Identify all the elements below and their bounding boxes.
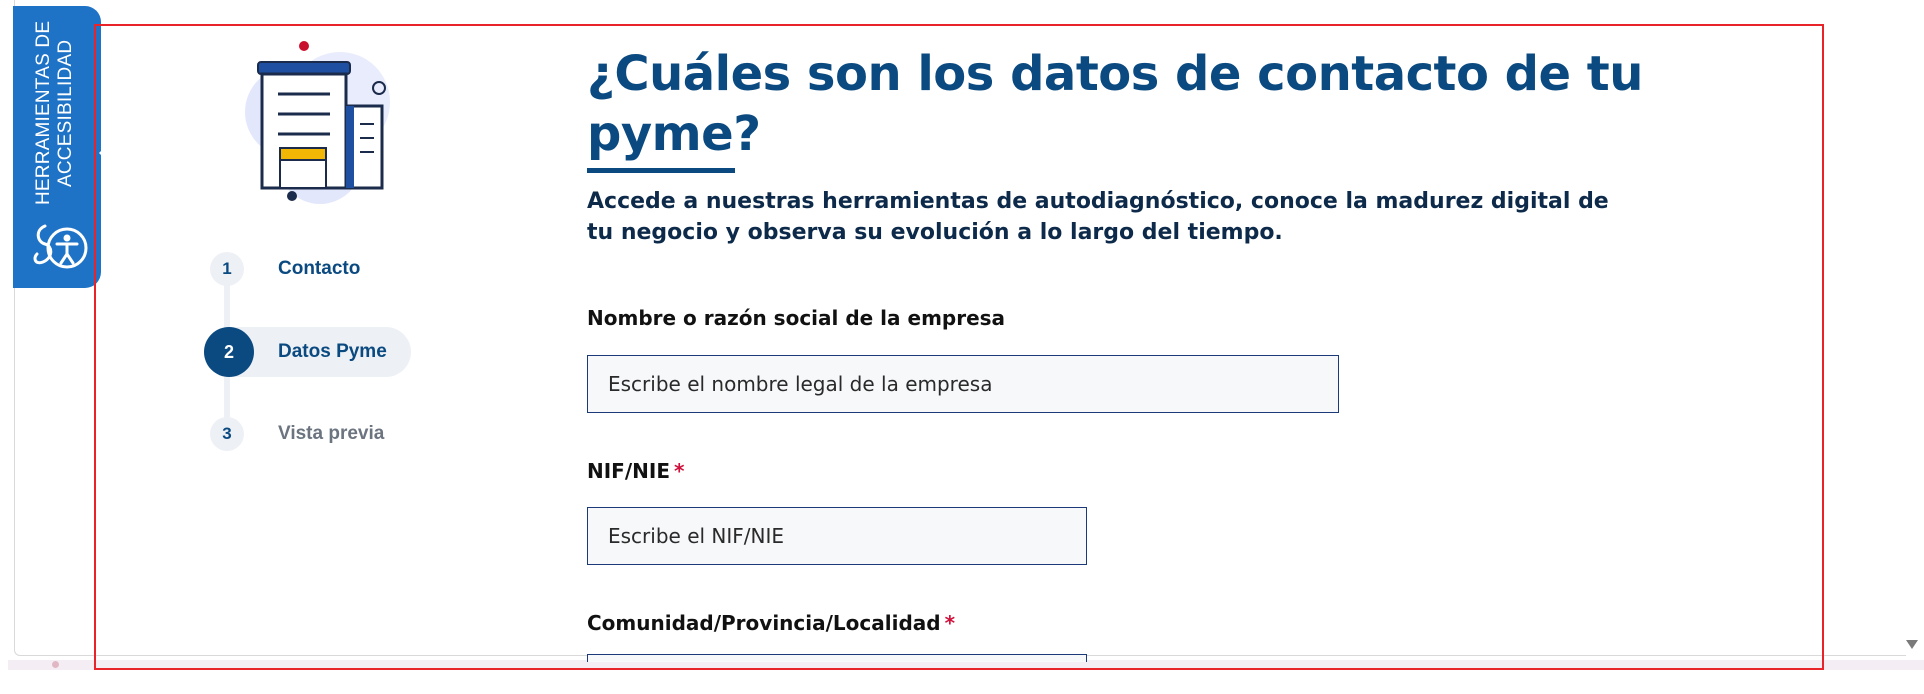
company-name-label-text: Nombre o razón social de la empresa — [587, 306, 1006, 330]
step-label: Vista previa — [278, 423, 385, 444]
nif-input[interactable] — [587, 507, 1087, 565]
company-name-input[interactable] — [587, 355, 1339, 413]
required-marker: * — [674, 459, 685, 483]
accessibility-label-line2: ACCESIBILIDAD — [55, 39, 76, 187]
page-title: ¿Cuáles son los datos de contacto de tu … — [587, 46, 1643, 162]
page-subtitle: Accede a nuestras herramientas de autodi… — [587, 189, 1609, 245]
step-label: Contacto — [278, 258, 361, 279]
required-marker: * — [944, 611, 956, 635]
title-underline — [587, 168, 735, 173]
step-datos-pyme[interactable]: 2 Datos Pyme — [204, 327, 411, 377]
step-number: 1 — [210, 252, 244, 286]
step-contacto[interactable]: 1 Contacto — [204, 244, 360, 294]
step-number: 3 — [210, 417, 244, 451]
accessibility-tools-tab[interactable]: HERRAMIENTAS DE ACCESIBILIDAD — [13, 6, 106, 288]
nif-label: NIF/NIE * — [587, 459, 684, 483]
accessibility-label-line1: HERRAMIENTAS DE — [33, 20, 54, 206]
location-label: Comunidad/Provincia/Localidad * — [587, 611, 955, 635]
caret-left-icon — [99, 146, 106, 160]
accessibility-person-icon — [33, 224, 88, 269]
step-number: 2 — [204, 327, 254, 377]
step-label: Datos Pyme — [278, 341, 387, 362]
step-vista-previa[interactable]: 3 Vista previa — [204, 409, 384, 459]
location-select[interactable] — [587, 654, 1087, 662]
nif-label-text: NIF/NIE — [587, 459, 670, 483]
location-label-text: Comunidad/Provincia/Localidad — [587, 611, 941, 635]
strip-dot — [52, 661, 59, 668]
building-illustration — [245, 41, 390, 204]
accessibility-tab-label: HERRAMIENTAS DE ACCESIBILIDAD — [33, 18, 93, 208]
company-name-label: Nombre o razón social de la empresa — [587, 306, 1005, 330]
scroll-down-arrow-icon[interactable] — [1906, 640, 1918, 649]
